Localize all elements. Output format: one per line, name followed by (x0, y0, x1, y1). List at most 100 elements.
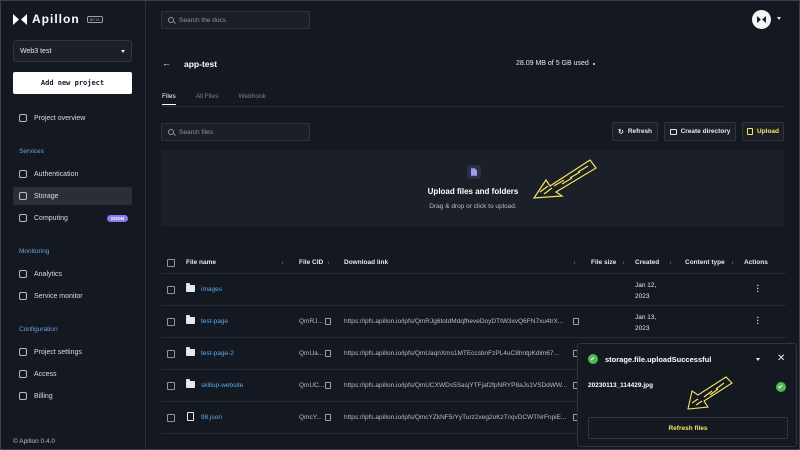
folder-plus-icon (669, 128, 677, 135)
storage-icon (19, 192, 27, 200)
add-new-project-button[interactable]: Add new project (13, 72, 132, 94)
create-directory-button[interactable]: Create directory (664, 122, 736, 141)
sort-icon[interactable]: ↓ (327, 259, 330, 266)
files-search-input[interactable]: Search files (161, 123, 310, 141)
tab-all-files[interactable]: All Files (196, 93, 219, 105)
copy-icon[interactable] (573, 318, 579, 325)
chevron-down-icon[interactable] (756, 358, 760, 361)
folder-icon (186, 379, 195, 388)
sidebar-item-storage[interactable]: Storage (13, 187, 132, 205)
storage-usage-text: 28.09 MB of 5 GB used (516, 60, 589, 67)
create-directory-label: Create directory (680, 128, 731, 135)
column-header-cid[interactable]: File CID (299, 259, 323, 266)
column-header-name[interactable]: File name (186, 259, 216, 266)
file-name[interactable]: images (201, 286, 222, 293)
row-checkbox[interactable] (167, 318, 175, 326)
file-name[interactable]: test-page-2 (201, 350, 234, 357)
soon-badge: SOON (106, 214, 128, 222)
upload-button-label: Upload (756, 128, 780, 135)
docs-search-input[interactable]: Search the docs (161, 11, 310, 29)
more-actions-icon[interactable]: · · · (756, 282, 760, 296)
created-date: Jan 13, 2023 (635, 312, 656, 334)
chevron-down-icon (121, 49, 125, 53)
copy-icon[interactable] (325, 350, 331, 357)
tab-webhook[interactable]: Webhook (239, 93, 266, 105)
refresh-button[interactable]: ↻ Refresh (612, 122, 658, 141)
close-icon[interactable]: ✕ (777, 353, 785, 364)
row-checkbox[interactable] (167, 382, 175, 390)
row-checkbox[interactable] (167, 350, 175, 358)
project-select[interactable]: Web3 test (13, 40, 132, 62)
row-checkbox[interactable] (167, 286, 175, 294)
sidebar-section-configuration: Configuration (19, 326, 58, 333)
refresh-icon: ↻ (617, 128, 624, 136)
page-title: app-test (184, 59, 218, 69)
sidebar-item-computing[interactable]: Computing SOON (13, 209, 132, 227)
back-arrow-icon[interactable]: ← (162, 58, 171, 68)
storage-usage[interactable]: 28.09 MB of 5 GB used (516, 60, 595, 67)
file-name[interactable]: skillup-website (201, 382, 243, 389)
column-header-content-type[interactable]: Content type (685, 259, 725, 266)
folder-icon (186, 315, 195, 324)
analytics-icon (19, 270, 27, 278)
download-link[interactable]: https://ipfs.apillon.io/ipfs/QmcYZkNF5rY… (344, 414, 572, 421)
download-link[interactable]: https://ipfs.apillon.io/ipfs/QmUaqnXms1M… (344, 350, 572, 357)
user-avatar-icon (757, 16, 766, 23)
copy-icon[interactable] (325, 382, 331, 389)
sidebar-item-access[interactable]: Access (13, 365, 132, 383)
refresh-files-button[interactable]: Refresh files (588, 417, 788, 439)
created-date-line: Jan 12, (635, 282, 657, 289)
sidebar-item-analytics[interactable]: Analytics (13, 265, 132, 283)
sidebar-item-billing[interactable]: Billing (13, 387, 132, 405)
sidebar-item-project-settings[interactable]: Project settings (13, 343, 132, 361)
billing-icon (19, 392, 27, 400)
sort-icon[interactable]: ↓ (281, 259, 284, 266)
avatar[interactable] (752, 10, 771, 29)
apillon-logo[interactable]: Apillon BETA (13, 12, 103, 26)
column-header-actions: Actions (744, 259, 768, 266)
docs-search-placeholder: Search the docs (179, 16, 226, 24)
more-actions-icon[interactable]: · · · (756, 314, 760, 328)
sort-icon[interactable]: ↓ (573, 259, 576, 266)
sidebar-section-services: Services (19, 148, 44, 155)
toast-header: storage.file.uploadSuccessful (578, 344, 796, 374)
column-header-size[interactable]: File size (591, 259, 616, 266)
file-name[interactable]: 98.json (201, 414, 222, 421)
sidebar-item-authentication[interactable]: Authentication (13, 165, 132, 183)
upload-button[interactable]: Upload (742, 122, 784, 141)
sidebar-item-label: Project overview (34, 114, 86, 122)
computing-icon (19, 214, 27, 222)
sidebar-item-project-overview[interactable]: Project overview (13, 109, 132, 127)
sort-icon[interactable]: ↓ (731, 259, 734, 266)
sort-icon[interactable]: ↓ (622, 259, 625, 266)
file-name[interactable]: test-page (201, 318, 228, 325)
table-row[interactable]: images Jan 12, 2023 · · · (161, 274, 786, 306)
row-checkbox[interactable] (167, 414, 175, 422)
annotation-arrow-icon (532, 159, 597, 199)
file-upload-icon (467, 165, 481, 179)
created-date-line: 2023 (635, 293, 650, 300)
sidebar-item-label: Billing (34, 392, 53, 400)
copy-icon[interactable] (325, 318, 331, 325)
sidebar-item-service-monitor[interactable]: Service monitor (13, 287, 132, 305)
download-link[interactable]: https://ipfs.apillon.io/ipfs/QmRJg6totdM… (344, 318, 572, 325)
download-link[interactable]: https://ipfs.apillon.io/ipfs/QmUCXWDs5Sa… (344, 382, 572, 389)
files-search-placeholder: Search files (179, 128, 213, 136)
sidebar-item-label: Access (34, 370, 57, 378)
toast-title: storage.file.uploadSuccessful (605, 354, 712, 364)
search-icon (168, 17, 174, 23)
copy-icon[interactable] (325, 414, 331, 421)
sort-icon[interactable]: ↓ (669, 259, 672, 266)
column-header-created[interactable]: Created (635, 259, 659, 266)
tab-files[interactable]: Files (162, 93, 176, 105)
table-row[interactable]: test-page QmRJ... https://ipfs.apillon.i… (161, 306, 786, 338)
search-icon (168, 129, 174, 135)
chevron-down-icon (592, 62, 595, 65)
select-all-checkbox[interactable] (167, 259, 175, 267)
chevron-down-icon[interactable] (777, 17, 781, 20)
files-table-header: File name ↓ File CID ↓ Download link ↓ F… (161, 252, 786, 274)
key-icon (19, 170, 27, 178)
column-header-link[interactable]: Download link (344, 259, 388, 266)
created-date-line: 2023 (635, 325, 650, 332)
sidebar: Apillon BETA Web3 test Add new project P… (0, 0, 146, 450)
